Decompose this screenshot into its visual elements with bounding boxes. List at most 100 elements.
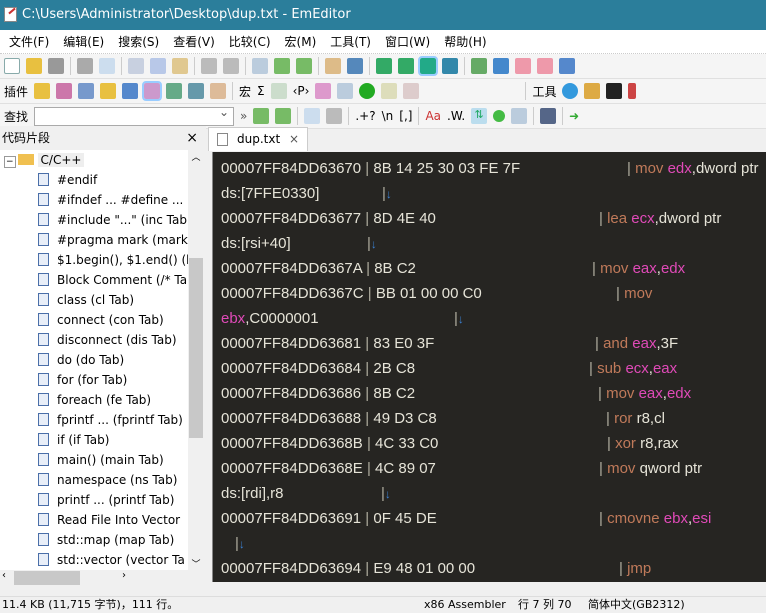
- explorer-plugin-icon[interactable]: [34, 83, 51, 99]
- menu-search[interactable]: 搜索(S): [113, 30, 164, 54]
- print-preview-icon[interactable]: [99, 58, 115, 74]
- filter-icon[interactable]: [347, 58, 363, 74]
- word-count-icon[interactable]: [188, 83, 205, 99]
- snippet-item[interactable]: std::map (map Tab): [38, 530, 174, 550]
- wrap-chars-icon[interactable]: [398, 58, 414, 74]
- find-icon[interactable]: [252, 58, 268, 74]
- scroll-thumb[interactable]: [189, 258, 203, 438]
- whole-word-toggle[interactable]: .W.: [447, 109, 465, 123]
- undo-icon[interactable]: [201, 58, 217, 74]
- snippet-item[interactable]: connect (con Tab): [38, 310, 164, 330]
- hammer-icon[interactable]: [628, 83, 637, 99]
- word-complete-icon[interactable]: [210, 83, 227, 99]
- menu-window[interactable]: 窗口(W): [380, 30, 435, 54]
- snippet-item[interactable]: #pragma mark (mark: [38, 230, 188, 250]
- snippet-item[interactable]: foreach (fe Tab): [38, 390, 151, 410]
- document-red-icon[interactable]: [403, 83, 420, 99]
- search-bar-icon[interactable]: [122, 83, 139, 99]
- tree-root[interactable]: − C/C++: [4, 150, 85, 170]
- find-prev-icon[interactable]: [275, 108, 292, 124]
- browser-icon[interactable]: [562, 83, 579, 99]
- list-icon[interactable]: [511, 108, 528, 124]
- find-all-icon[interactable]: [326, 108, 343, 124]
- copy-icon[interactable]: [150, 58, 166, 74]
- snippet-item[interactable]: main() (main Tab): [38, 450, 164, 470]
- find-input[interactable]: [34, 105, 235, 126]
- wrap-none-icon[interactable]: [376, 58, 392, 74]
- tag-icon[interactable]: ‹P›: [293, 84, 310, 98]
- scroll-thumb[interactable]: [14, 571, 80, 585]
- bookmark-icon[interactable]: [515, 58, 531, 74]
- diamond-icon[interactable]: [315, 83, 332, 99]
- html-bar-icon[interactable]: [100, 83, 117, 99]
- snippet-item[interactable]: disconnect (dis Tab): [38, 330, 177, 350]
- regex-toggle[interactable]: .+?: [355, 109, 375, 123]
- wrap-page-icon[interactable]: [442, 58, 458, 74]
- find-dialog-icon[interactable]: [304, 108, 321, 124]
- wrap-window-icon[interactable]: [418, 56, 438, 76]
- more-icon[interactable]: »: [240, 109, 247, 123]
- match-case-toggle[interactable]: Aa: [425, 109, 441, 123]
- snippet-item[interactable]: do (do Tab): [38, 350, 124, 370]
- back-icon[interactable]: [359, 83, 376, 99]
- status-syntax[interactable]: x86 Assembler: [424, 597, 506, 613]
- snippet-item[interactable]: class (cl Tab): [38, 290, 134, 310]
- check-icon[interactable]: [270, 83, 287, 99]
- zoom-icon[interactable]: [337, 83, 354, 99]
- encoding-icon[interactable]: [493, 58, 509, 74]
- close-tab-icon[interactable]: ×: [289, 128, 299, 150]
- bookmarks-icon[interactable]: [537, 58, 553, 74]
- web-preview-icon[interactable]: [166, 83, 183, 99]
- brackets-toggle[interactable]: [,]: [399, 109, 412, 123]
- snippet-item[interactable]: #endif: [38, 170, 97, 190]
- cursor-icon[interactable]: [381, 83, 398, 99]
- snippet-item[interactable]: printf ... (printf Tab): [38, 490, 174, 510]
- snippet-item[interactable]: if (if Tab): [38, 430, 109, 450]
- snippet-item[interactable]: fprintf ... (fprintf Tab): [38, 410, 183, 430]
- snippet-item[interactable]: Read File Into Vector: [38, 510, 180, 530]
- close-panel-icon[interactable]: ×: [186, 126, 198, 150]
- paste-icon[interactable]: [172, 58, 188, 74]
- save-icon[interactable]: [48, 58, 64, 74]
- open-icon[interactable]: [26, 58, 42, 74]
- checklist-icon[interactable]: [559, 58, 575, 74]
- menu-tools[interactable]: 工具(T): [325, 30, 376, 54]
- match-direction-icon[interactable]: ⇅: [471, 108, 488, 124]
- char-code-icon[interactable]: [56, 83, 73, 99]
- snippet-item[interactable]: std::vector (vector Ta: [38, 550, 185, 570]
- status-encoding[interactable]: 简体中文(GB2312): [588, 597, 685, 613]
- vertical-scrollbar[interactable]: ︿ ﹀: [188, 150, 204, 570]
- menu-help[interactable]: 帮助(H): [439, 30, 491, 54]
- menu-macros[interactable]: 宏(M): [280, 30, 322, 54]
- snippets-icon[interactable]: [142, 81, 163, 101]
- menu-compare[interactable]: 比较(C): [224, 30, 276, 54]
- editor[interactable]: 00007FF84DD63670 | 8B 14 25 30 03 FE 7F |…: [212, 152, 766, 582]
- print-icon[interactable]: [77, 58, 93, 74]
- find-next-icon[interactable]: [253, 108, 270, 124]
- find-in-files-icon[interactable]: [325, 58, 341, 74]
- menu-edit[interactable]: 编辑(E): [58, 30, 109, 54]
- cut-icon[interactable]: [128, 58, 144, 74]
- snippet-item[interactable]: namespace (ns Tab): [38, 470, 177, 490]
- redo-icon[interactable]: [223, 58, 239, 74]
- find-next-icon[interactable]: [274, 58, 290, 74]
- batch-icon[interactable]: [540, 108, 557, 124]
- snippet-item[interactable]: #ifndef ... #define ... #: [38, 190, 188, 210]
- folder-tool-icon[interactable]: [584, 83, 601, 99]
- menu-view[interactable]: 查看(V): [168, 30, 220, 54]
- status-position[interactable]: 行 7 列 70: [518, 597, 572, 613]
- snippet-item[interactable]: for (for Tab): [38, 370, 127, 390]
- sum-icon[interactable]: Σ: [257, 84, 265, 98]
- tab-dup-txt[interactable]: dup.txt ×: [208, 127, 308, 151]
- find-prev-icon[interactable]: [296, 58, 312, 74]
- snippet-item[interactable]: Block Comment (/* Ta: [38, 270, 187, 290]
- highlight-icon[interactable]: [493, 110, 506, 122]
- go-arrow-icon[interactable]: ➜: [569, 109, 579, 123]
- new-icon[interactable]: [4, 58, 20, 74]
- outline-icon[interactable]: [471, 58, 487, 74]
- menu-file[interactable]: 文件(F): [4, 30, 54, 54]
- horizontal-scrollbar[interactable]: ‹ ›: [0, 570, 188, 586]
- projects-icon[interactable]: [78, 83, 95, 99]
- console-icon[interactable]: [606, 83, 623, 99]
- snippet-item[interactable]: #include "..." (inc Tab: [38, 210, 187, 230]
